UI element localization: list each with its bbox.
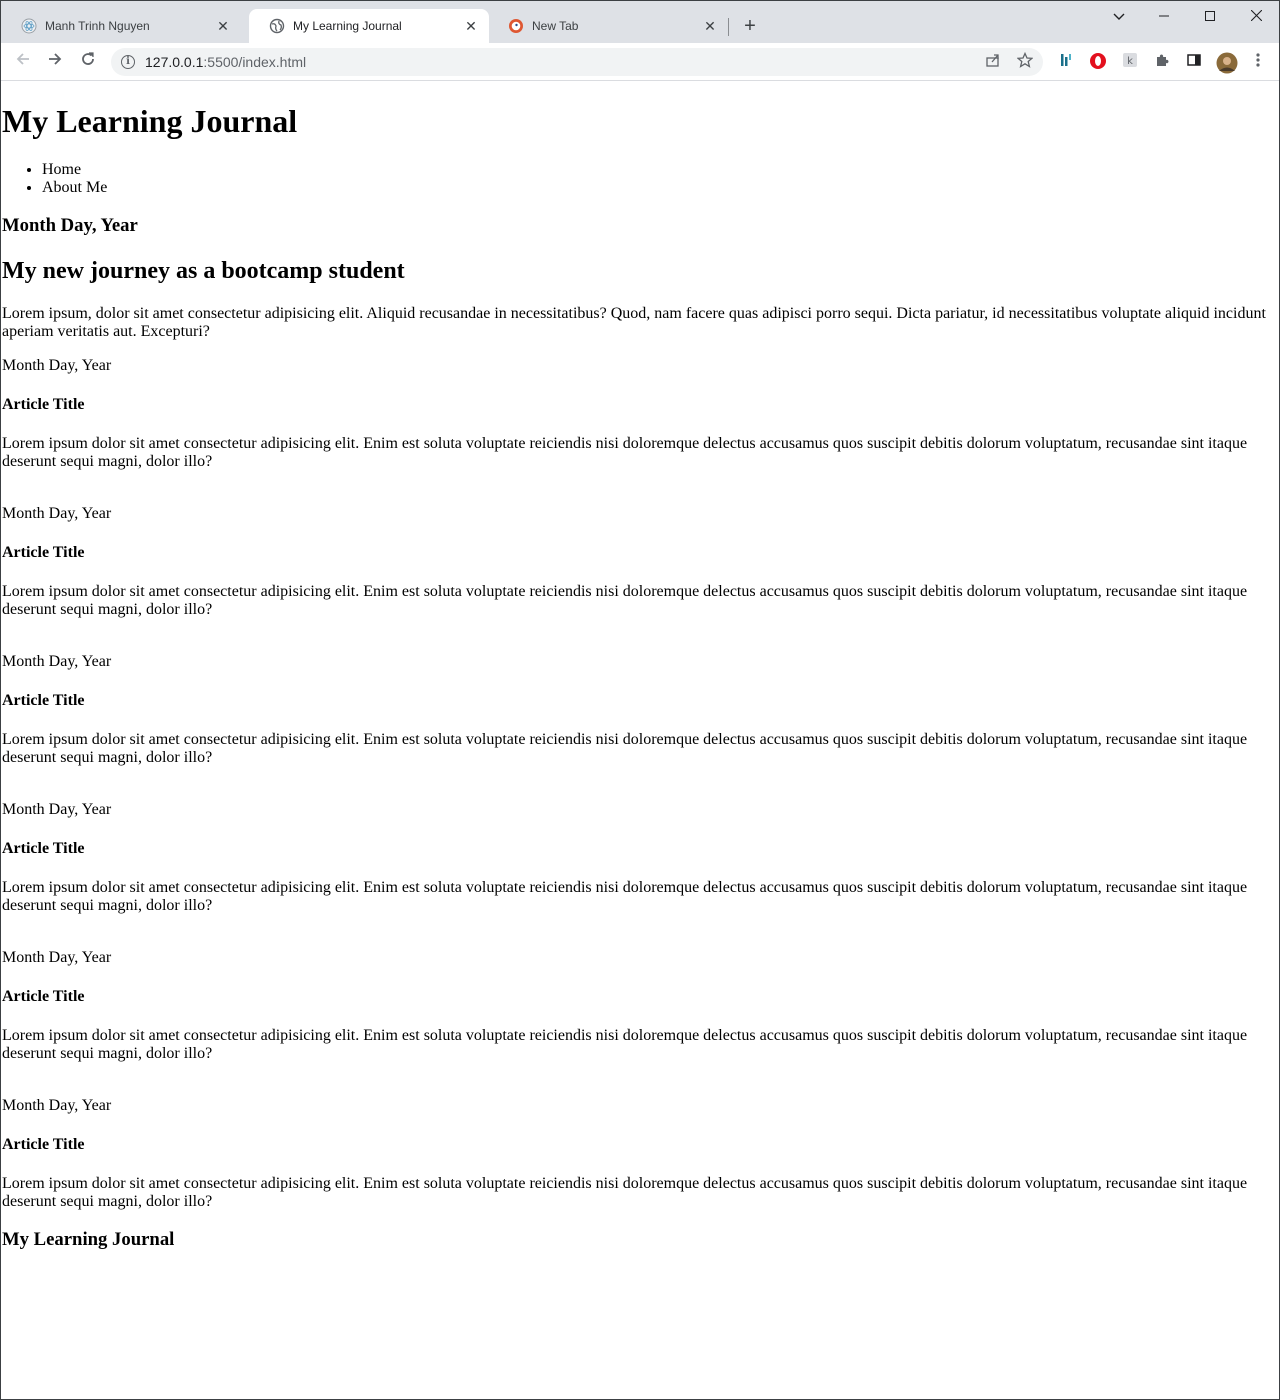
tab-manh-trinh-nguyen[interactable]: Manh Trinh Nguyen ✕ bbox=[1, 9, 241, 43]
back-button[interactable] bbox=[12, 51, 34, 73]
extension-grey-icon[interactable]: k bbox=[1120, 52, 1140, 72]
reload-icon bbox=[82, 52, 94, 65]
tab-title: Manh Trinh Nguyen bbox=[45, 19, 150, 33]
article-body: Lorem ipsum dolor sit amet consectetur a… bbox=[2, 1027, 1248, 1062]
reload-button[interactable] bbox=[77, 51, 99, 73]
article-date: Month Day, Year bbox=[2, 653, 112, 670]
share-icon[interactable] bbox=[983, 52, 1003, 72]
maximize-icon bbox=[1205, 11, 1215, 21]
article-title[interactable]: Article Title bbox=[2, 840, 1278, 858]
article-date: Month Day, Year bbox=[2, 505, 112, 522]
featured-title: My new journey as a bootcamp student bbox=[2, 258, 405, 284]
more-menu-icon[interactable] bbox=[1248, 52, 1268, 72]
browser-toolbar: i 127.0.0.1:5500/index.html k bbox=[1, 43, 1279, 81]
close-icon[interactable]: ✕ bbox=[463, 18, 479, 34]
tab-strip: Manh Trinh Nguyen ✕ My Learning Journal … bbox=[1, 1, 1279, 43]
url-host: 127.0.0.1 bbox=[145, 54, 204, 70]
article-date: Month Day, Year bbox=[2, 949, 112, 966]
tab-title: New Tab bbox=[532, 19, 579, 33]
avatar[interactable] bbox=[1216, 52, 1238, 74]
nav-list: Home About Me bbox=[2, 161, 1278, 197]
forward-button[interactable] bbox=[44, 51, 66, 73]
url-path: :5500/index.html bbox=[203, 54, 307, 70]
featured-body: Lorem ipsum, dolor sit amet consectetur … bbox=[2, 305, 1266, 340]
tab-title: My Learning Journal bbox=[293, 19, 402, 33]
article-card: Month Day, Year Article Title Lorem ipsu… bbox=[2, 801, 1278, 915]
article-date: Month Day, Year bbox=[2, 1097, 112, 1114]
article-title[interactable]: Article Title bbox=[2, 1136, 1278, 1154]
article-date: Month Day, Year bbox=[2, 801, 112, 818]
article-card: Month Day, Year Article Title Lorem ipsu… bbox=[2, 949, 1278, 1063]
minimize-button[interactable] bbox=[1149, 5, 1179, 27]
globe-icon bbox=[269, 18, 285, 34]
back-arrow-icon bbox=[16, 53, 29, 65]
close-icon[interactable]: ✕ bbox=[215, 18, 231, 34]
tab-separator bbox=[728, 18, 729, 36]
minimize-icon bbox=[1159, 15, 1169, 17]
browser-window: Manh Trinh Nguyen ✕ My Learning Journal … bbox=[0, 0, 1280, 1400]
side-panel-icon[interactable] bbox=[1184, 52, 1204, 72]
tab-search-button[interactable] bbox=[1104, 5, 1134, 27]
article-title[interactable]: Article Title bbox=[2, 692, 1278, 710]
article-title[interactable]: Article Title bbox=[2, 988, 1278, 1006]
page-content: My Learning Journal Home About Me Month … bbox=[2, 82, 1278, 1269]
site-info-icon[interactable]: i bbox=[121, 55, 135, 69]
article-card: Month Day, Year Article Title Lorem ipsu… bbox=[2, 1097, 1278, 1211]
extensions-puzzle-icon[interactable] bbox=[1152, 52, 1172, 72]
article-body: Lorem ipsum dolor sit amet consectetur a… bbox=[2, 435, 1248, 470]
article-body: Lorem ipsum dolor sit amet consectetur a… bbox=[2, 731, 1248, 766]
footer-title: My Learning Journal bbox=[2, 1229, 175, 1250]
article-card: Month Day, Year Article Title Lorem ipsu… bbox=[2, 505, 1278, 619]
article-card: Month Day, Year Article Title Lorem ipsu… bbox=[2, 357, 1278, 471]
react-icon bbox=[21, 18, 37, 34]
nav-item-about-me[interactable]: About Me bbox=[42, 179, 1278, 197]
maximize-button[interactable] bbox=[1195, 5, 1225, 27]
article-body: Lorem ipsum dolor sit amet consectetur a… bbox=[2, 1175, 1248, 1210]
tab-my-learning-journal[interactable]: My Learning Journal ✕ bbox=[249, 9, 489, 43]
site-title: My Learning Journal bbox=[2, 103, 298, 139]
article-card: Month Day, Year Article Title Lorem ipsu… bbox=[2, 653, 1278, 767]
article-title[interactable]: Article Title bbox=[2, 396, 1278, 414]
extension-bar-icon[interactable] bbox=[1056, 52, 1076, 72]
svg-text:k: k bbox=[1127, 56, 1133, 67]
chevron-down-icon bbox=[1113, 13, 1125, 20]
close-icon[interactable]: ✕ bbox=[702, 18, 718, 34]
article-body: Lorem ipsum dolor sit amet consectetur a… bbox=[2, 583, 1248, 618]
forward-arrow-icon bbox=[49, 53, 62, 65]
article-title[interactable]: Article Title bbox=[2, 544, 1278, 562]
close-window-button[interactable] bbox=[1241, 5, 1271, 27]
nav-item-home[interactable]: Home bbox=[42, 161, 1278, 179]
bookmark-star-icon[interactable] bbox=[1015, 51, 1035, 72]
duckduckgo-icon bbox=[508, 18, 524, 34]
opera-icon[interactable] bbox=[1088, 52, 1108, 72]
article-list: Month Day, Year Article Title Lorem ipsu… bbox=[2, 357, 1278, 1211]
tab-new-tab[interactable]: New Tab ✕ bbox=[488, 9, 728, 43]
featured-date: Month Day, Year bbox=[2, 215, 138, 236]
article-date: Month Day, Year bbox=[2, 357, 112, 374]
new-tab-button[interactable]: + bbox=[739, 15, 761, 37]
article-body: Lorem ipsum dolor sit amet consectetur a… bbox=[2, 879, 1248, 914]
close-icon bbox=[1250, 9, 1262, 22]
address-bar[interactable]: i 127.0.0.1:5500/index.html bbox=[111, 48, 1043, 76]
